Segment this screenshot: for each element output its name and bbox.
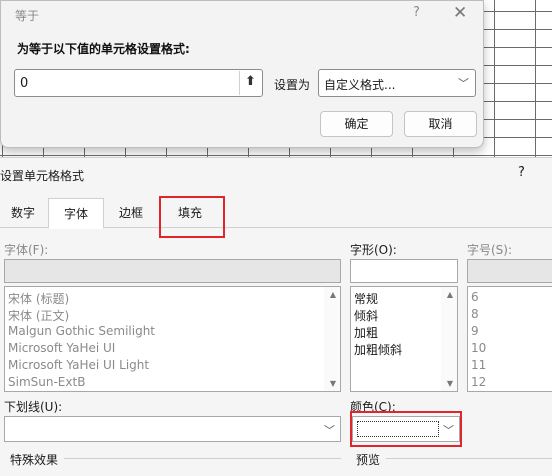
tab-fill[interactable]: 填充 [160,198,220,228]
underline-label: 下划线(U): [4,400,63,414]
format-select[interactable]: 自定义格式... ﹀ [318,69,476,97]
list-item[interactable]: Microsoft YaHei UI Light [8,358,149,372]
value-input-text: 0 [20,76,29,91]
font-size-input[interactable] [467,259,552,283]
preview-group-line [386,458,552,459]
format-select-value: 自定义格式... [324,78,396,92]
list-item[interactable]: 9 [471,324,479,338]
scroll-down-icon[interactable]: ▼ [447,379,453,388]
list-item[interactable]: Malgun Gothic Semilight [8,324,155,338]
format-help-button[interactable]: ? [518,165,525,180]
ok-button[interactable]: 确定 [320,111,393,137]
scroll-up-icon[interactable]: ▲ [447,290,453,299]
chevron-down-icon: ﹀ [324,424,335,437]
list-item[interactable]: 宋体 (正文) [8,307,69,324]
font-size-label: 字号(S): [467,243,513,257]
list-item[interactable]: 12 [471,375,486,389]
preview-group-label: 预览 [356,453,381,467]
collapse-dialog-icon[interactable]: ⬆ [239,71,261,95]
scroll-up-icon[interactable]: ▲ [330,290,336,299]
font-list-scrollbar[interactable]: ▲ ▼ [324,287,340,391]
close-icon[interactable]: ✕ [453,3,467,23]
value-input[interactable]: 0 ⬆ [14,69,263,97]
cancel-button[interactable]: 取消 [404,111,477,137]
list-item[interactable]: 6 [471,290,479,304]
list-item[interactable]: 常规 [354,290,378,307]
font-style-listbox[interactable]: 常规 倾斜 加粗 加粗倾斜 ▲ ▼ [350,286,458,392]
equal-to-titlebar: 等于 ? ✕ [1,1,483,29]
list-item[interactable]: 倾斜 [354,307,378,324]
chevron-down-icon: ﹀ [458,77,469,90]
equal-to-dialog: 等于 ? ✕ 为等于以下值的单元格设置格式: 0 ⬆ 设置为 自定义格式... … [0,0,484,148]
scroll-down-icon[interactable]: ▼ [330,379,336,388]
style-list-scrollbar[interactable]: ▲ ▼ [441,287,457,391]
list-item[interactable]: SimSun-ExtB [8,375,85,389]
underline-select[interactable]: ﹀ [4,416,341,442]
equal-to-heading: 为等于以下值的单元格设置格式: [17,42,190,56]
tab-border[interactable]: 边框 [106,198,156,228]
list-item[interactable]: 10 [471,341,486,355]
font-name-input[interactable] [4,259,341,283]
color-swatch [357,421,439,437]
format-cells-title: 设置单元格格式 [0,169,85,183]
tab-font[interactable]: 字体 [48,198,104,229]
chevron-down-icon: ﹀ [443,424,454,437]
font-size-listbox[interactable]: 6 8 9 10 11 12 [467,286,552,392]
color-select[interactable]: ﹀ [352,416,460,442]
format-cells-dialog: 设置单元格格式 ? 数字 字体 边框 填充 字体(F): 宋体 (标题) 宋体 … [0,157,552,476]
list-item[interactable]: Microsoft YaHei UI [8,341,115,355]
list-item[interactable]: 宋体 (标题) [8,290,69,307]
list-item[interactable]: 加粗倾斜 [354,341,402,358]
font-label: 字体(F): [4,243,49,257]
color-label: 颜色(C): [350,400,396,414]
effects-group-label: 特殊效果 [10,453,59,467]
equal-to-title: 等于 [15,9,40,23]
list-item[interactable]: 8 [471,307,479,321]
effects-group-line [64,458,341,459]
font-style-input[interactable] [350,259,458,283]
help-button[interactable]: ? [413,5,420,20]
set-as-label: 设置为 [274,78,311,92]
list-item[interactable]: 11 [471,358,486,372]
tab-number[interactable]: 数字 [0,198,46,228]
list-item[interactable]: 加粗 [354,324,378,341]
font-style-label: 字形(O): [350,243,397,257]
font-listbox[interactable]: 宋体 (标题) 宋体 (正文) Malgun Gothic Semilight … [4,286,341,392]
tab-strip: 数字 字体 边框 填充 [0,198,552,229]
